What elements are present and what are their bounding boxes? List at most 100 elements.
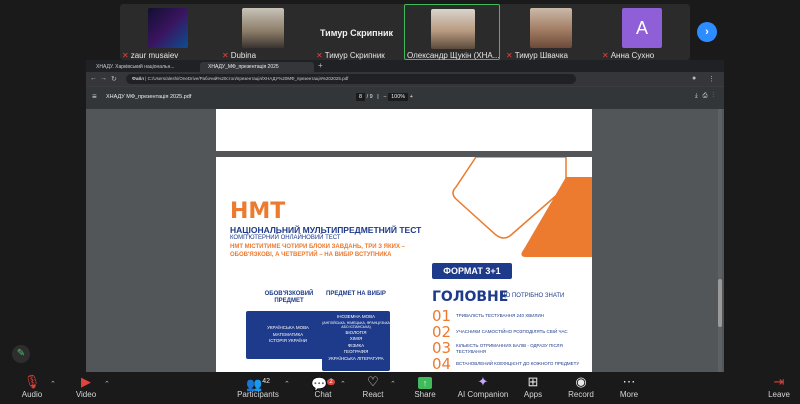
chat-badge: 2 [327, 379, 335, 385]
participants-label: Participants [237, 390, 279, 399]
chevron-up-icon[interactable]: ⌃ [284, 380, 290, 388]
participant-display-name: Тимур Скрипник [320, 28, 394, 38]
fact-text: КІЛЬКІСТЬ ОТРИМАННИХ БАЛІВ - ОДРАЗУ ПІСЛ… [456, 343, 563, 354]
slide-description: НМТ МІСТИТИМЕ ЧОТИРИ БЛОКИ ЗАВДАНЬ, ТРИ … [230, 244, 405, 258]
browser-tab-active[interactable]: ХНАДУ_МФ_презентація 2025 [200, 62, 314, 72]
headline: ГОЛОВНЕ [432, 289, 509, 305]
leave-button[interactable]: ⇥ Leave [764, 372, 794, 404]
browser-tab[interactable]: ХНАДУ. Харківський національн... [88, 62, 198, 72]
address-scheme: Файл [132, 76, 144, 81]
apps-icon: ⊞ [527, 374, 539, 389]
chevron-up-icon[interactable]: ⌃ [390, 380, 396, 388]
participant-strip: ✕ zaur musaiev ✕ Dubina Тимур Скрипник ✕ Ти… [120, 4, 690, 60]
react-button[interactable]: ♡ React [358, 372, 388, 404]
participant-video [431, 9, 475, 49]
mic-muted-icon: ✕ [122, 51, 129, 60]
chevron-up-icon[interactable]: ⌃ [104, 380, 110, 388]
zoom-level[interactable]: 100% [388, 93, 409, 101]
chat-button[interactable]: 💬 2 Chat [308, 372, 338, 404]
zoom-out-icon[interactable]: − [383, 94, 386, 100]
participant-name: Тимур Скрипник [324, 51, 385, 60]
audio-button[interactable]: 🎙 Audio [16, 372, 48, 404]
address-bar-row: ← → ↻ Файл | C:/Users/aleshi/OneDrive/Ра… [86, 72, 724, 86]
pdf-page-slide: НМТ НАЦІОНАЛЬНИЙ МУЛЬТИПРЕДМЕТНИЙ ТЕСТ К… [216, 157, 592, 372]
pdf-actions: ⤓ ⎙ ⋮ [695, 93, 714, 100]
subject-item: ІСТОРІЯ УКРАЇНИ [268, 338, 308, 343]
apps-button[interactable]: ⊞ Apps [518, 372, 548, 404]
slide-subtitle: НАЦІОНАЛЬНИЙ МУЛЬТИПРЕДМЕТНИЙ ТЕСТ [230, 225, 422, 235]
back-icon[interactable]: ← [90, 75, 97, 82]
elective-list: ІНОЗЕМНА МОВА (АНГЛІЙСЬКА, НІМЕЦЬКА, ФРА… [322, 311, 390, 371]
react-label: React [362, 390, 384, 399]
participants-count: 42 [262, 378, 270, 385]
shared-screen: ХНАДУ. Харківський національн... ХНАДУ_М… [86, 60, 724, 372]
share-button[interactable]: ↑ Share [410, 372, 440, 404]
participant-tile[interactable]: ✕ Тимур Швачка [504, 8, 600, 64]
reload-icon[interactable]: ↻ [111, 75, 117, 83]
more-label: More [619, 390, 639, 399]
avatar: A [622, 8, 662, 48]
participants-icon: 👥42 [246, 376, 270, 392]
menu-icon[interactable]: ≡ [92, 92, 97, 101]
mic-muted-icon: ✕ [506, 51, 513, 60]
pdf-page [216, 109, 592, 151]
zoom-in-icon[interactable]: + [410, 94, 413, 100]
share-icon: ↑ [410, 372, 440, 390]
address-input[interactable]: Файл | C:/Users/aleshi/OneDrive/Рабочий%… [126, 74, 576, 84]
new-tab-icon[interactable]: + [318, 61, 323, 70]
meeting-toolbar: 🎙 Audio ⌃ ▶ Video ⌃ 👥42 Participants ⌃ 💬… [0, 372, 800, 404]
page-control: 8 / 9 | − 100% + [356, 93, 413, 101]
mic-muted-icon: ✕ [316, 51, 323, 60]
participant-tile[interactable]: ✕ Dubina [222, 8, 284, 64]
scrollbar-thumb[interactable] [718, 279, 722, 327]
more-button[interactable]: ⋯ More [614, 372, 644, 404]
participant-name: zaur musaiev [130, 51, 179, 60]
decorative-shapes [452, 157, 592, 257]
participant-name: Тимур Швачка [514, 51, 568, 60]
fact-text: ТРИВАЛІСТЬ ТЕСТУВАННЯ 240 ХВИЛИН [456, 313, 544, 318]
video-off-icon: ▶ [81, 374, 91, 389]
participant-tile[interactable]: A ✕ Анна Сухно [602, 8, 688, 64]
chevron-up-icon[interactable]: ⌃ [50, 380, 56, 388]
next-page-button[interactable]: › [697, 22, 717, 42]
page-total: 9 [369, 94, 373, 100]
more-icon: ⋯ [622, 374, 636, 389]
video-button[interactable]: ▶ Video [70, 372, 102, 404]
more-icon[interactable]: ⋮ [712, 93, 714, 99]
pdf-viewer[interactable]: НМТ НАЦІОНАЛЬНИЙ МУЛЬТИПРЕДМЕТНИЙ ТЕСТ К… [86, 109, 724, 372]
page-number-input[interactable]: 8 [356, 93, 366, 101]
download-icon[interactable]: ⤓ [695, 93, 698, 99]
participant-name: Dubina [230, 51, 257, 60]
menu-icon[interactable]: ⋮ [708, 75, 715, 83]
print-icon[interactable]: ⎙ [703, 93, 708, 99]
elective-heading: ПРЕДМЕТ НА ВИБІР [326, 291, 386, 297]
participant-tile-active[interactable]: Олександр Щукін (ХНА... [404, 4, 500, 60]
annotate-pen-button[interactable]: ✎ [12, 345, 30, 363]
chevron-up-icon[interactable]: ⌃ [340, 380, 346, 388]
record-button[interactable]: ◉ Record [566, 372, 596, 404]
audio-label: Audio [21, 390, 43, 399]
chat-label: Chat [314, 390, 332, 399]
share-label: Share [414, 390, 436, 399]
pdf-title: ХНАДУ МФ_презентація 2025.pdf [106, 94, 192, 100]
mic-muted-icon: 🎙 [23, 374, 41, 389]
address-text: C:/Users/aleshi/OneDrive/Рабочий%20стол/… [147, 76, 349, 81]
apps-label: Apps [523, 390, 543, 399]
participants-button[interactable]: 👥42 Participants [236, 372, 280, 404]
pdf-toolbar: ≡ ХНАДУ МФ_презентація 2025.pdf 8 / 9 | … [86, 87, 724, 109]
profile-icon[interactable]: ● [692, 75, 696, 82]
record-label: Record [568, 390, 594, 399]
forward-icon[interactable]: → [100, 75, 107, 82]
fact-text: ВСТАНОВЛЕНИЙ КОЕФІЦІЄНТ ДО КОЖНОГО ПРЕДМ… [456, 361, 580, 366]
leave-label: Leave [768, 390, 790, 399]
mic-muted-icon: ✕ [602, 51, 609, 60]
participant-tile[interactable]: ✕ zaur musaiev [120, 8, 220, 64]
ai-companion-button[interactable]: ✦ AI Companion [456, 372, 510, 404]
browser-tab-bar: ХНАДУ. Харківський національн... ХНАДУ_М… [86, 60, 724, 72]
sparkle-icon: ✦ [477, 374, 489, 389]
participant-video [242, 8, 284, 48]
participant-name: Анна Сухно [610, 51, 655, 60]
participant-tile[interactable]: Тимур Скрипник ✕ Тимур Скрипник [286, 8, 400, 64]
scrollbar[interactable] [718, 109, 722, 372]
fact-text: УЧАСНИКИ САМОСТІЙНО РОЗПОДІЛЯТЬ СВІЙ ЧАС [456, 329, 568, 334]
